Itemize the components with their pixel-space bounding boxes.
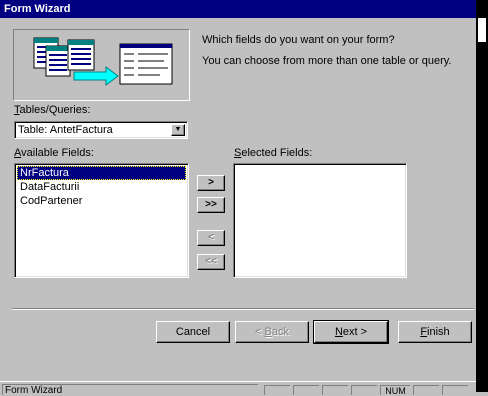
status-cell <box>264 385 290 395</box>
instruction-line-2: You can choose from more than one table … <box>202 55 452 67</box>
instruction-line-1: Which fields do you want on your form? <box>202 34 395 46</box>
window-title: Form Wizard <box>4 3 71 15</box>
remove-field-button[interactable]: < <box>197 230 225 246</box>
wizard-illustration <box>13 29 190 101</box>
tables-queries-label: Tables/Queries: <box>14 104 91 116</box>
status-text: Form Wizard <box>2 384 258 395</box>
background-edge <box>476 0 488 392</box>
back-button[interactable]: < Back <box>235 321 309 343</box>
status-cell <box>351 385 377 395</box>
status-cell <box>293 385 319 395</box>
selected-fields-label: Selected Fields: <box>234 147 313 159</box>
next-button[interactable]: Next > <box>313 320 389 344</box>
tables-queries-value: Table: AntetFactura <box>18 124 113 136</box>
num-lock-indicator: NUM <box>380 385 410 396</box>
status-bar: Form Wizard NUM <box>0 381 476 396</box>
available-field-item[interactable]: NrFactura <box>17 166 186 180</box>
finish-button[interactable]: Finish <box>398 321 472 343</box>
status-cell <box>442 385 468 395</box>
available-field-item[interactable]: CodPartener <box>17 194 186 208</box>
remove-all-fields-button[interactable]: << <box>197 254 225 270</box>
tables-to-form-icon <box>33 37 173 86</box>
selected-fields-list[interactable] <box>233 163 407 278</box>
status-cell <box>413 385 439 395</box>
chevron-down-icon[interactable]: ▼ <box>171 124 185 136</box>
tables-queries-combo[interactable]: Table: AntetFactura ▼ <box>14 121 188 139</box>
background-edge-highlight <box>478 18 486 42</box>
available-fields-label: Available Fields: <box>14 147 94 159</box>
window-title-bar[interactable]: Form Wizard <box>0 0 476 18</box>
cancel-button[interactable]: Cancel <box>156 321 230 343</box>
separator <box>12 308 474 310</box>
add-all-fields-button[interactable]: >> <box>197 197 225 213</box>
available-fields-list[interactable]: NrFactura DataFacturii CodPartener <box>14 163 189 278</box>
available-field-item[interactable]: DataFacturii <box>17 180 186 194</box>
status-cell <box>322 385 348 395</box>
add-field-button[interactable]: > <box>197 175 225 191</box>
